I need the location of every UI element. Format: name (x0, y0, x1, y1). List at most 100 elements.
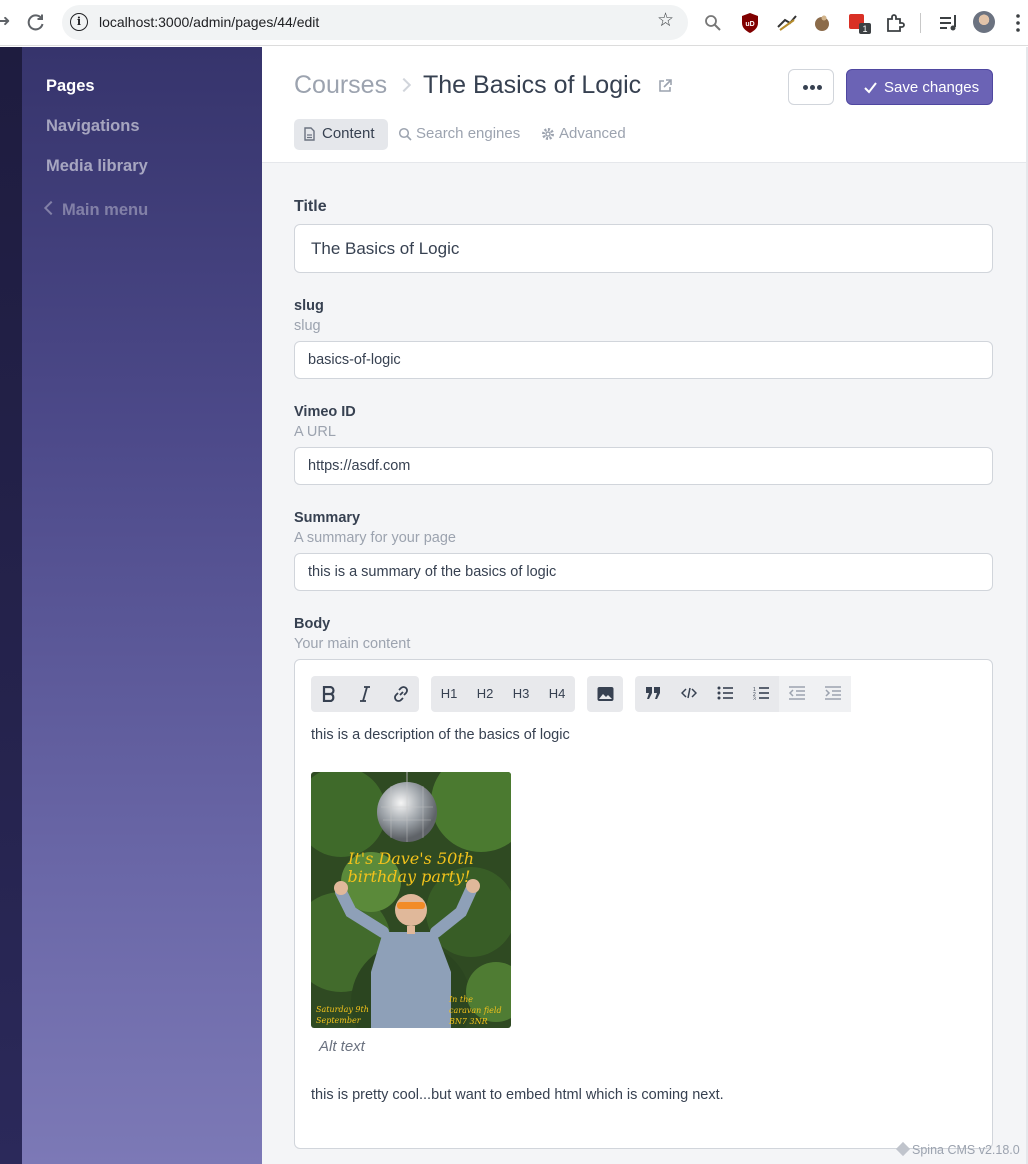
body-rich-text-editor[interactable]: H1 H2 H3 H4 1 2 3 this is a description … (294, 659, 993, 1149)
sidebar: Pages Navigations Media library Main men… (22, 47, 262, 1164)
heading-2-button[interactable]: H2 (467, 676, 503, 712)
bookmark-star-icon[interactable]: ☆ (657, 11, 674, 31)
image-alt-text-caption[interactable]: Alt text (319, 1038, 365, 1055)
code-button[interactable] (671, 676, 707, 712)
tab-content[interactable]: Content (294, 119, 388, 150)
formatting-toolbar-group (311, 676, 419, 712)
italic-icon (360, 686, 370, 702)
slug-help: slug (294, 318, 321, 334)
tab-search-engines[interactable]: Search engines (396, 119, 526, 150)
summary-label: Summary (294, 510, 361, 526)
summary-value: this is a summary of the basics of logic (308, 564, 557, 580)
vimeo-id-value: https://asdf.com (308, 458, 411, 474)
bullet-list-icon (717, 686, 733, 700)
image-icon (597, 687, 613, 701)
dot-icon (810, 85, 815, 90)
search-icon (398, 127, 412, 141)
slug-input[interactable]: basics-of-logic (294, 341, 993, 379)
quote-button[interactable] (635, 676, 671, 712)
search-icon[interactable] (703, 12, 723, 34)
address-bar[interactable]: i localhost:3000/admin/pages/44/edit ☆ (62, 5, 688, 40)
italic-button[interactable] (347, 676, 383, 712)
bullet-list-button[interactable] (707, 676, 743, 712)
media-toolbar-group (587, 676, 623, 712)
title-label: Title (294, 198, 327, 215)
profile-avatar[interactable] (973, 11, 995, 33)
coin-extension-icon[interactable] (812, 12, 832, 34)
extensions-puzzle-icon[interactable] (884, 12, 906, 34)
photo-place-line-3: BN7 3NR (448, 1017, 488, 1026)
bold-button[interactable] (311, 676, 347, 712)
photo-date-line-1: Saturday 9th (316, 1005, 369, 1014)
title-input[interactable]: The Basics of Logic (294, 224, 993, 273)
tab-content-label: Content (322, 125, 375, 142)
browser-menu-icon[interactable] (1010, 12, 1026, 34)
breadcrumb-separator-icon (396, 77, 412, 93)
photo-place-line-1: In the (448, 995, 473, 1004)
heading-4-button[interactable]: H4 (539, 676, 575, 712)
spina-logo-icon (895, 1141, 911, 1157)
photo-headline-line-2: birthday party! (348, 867, 471, 886)
sidebar-item-pages[interactable]: Pages (46, 77, 95, 96)
insert-image-button[interactable] (587, 676, 623, 712)
bird-extension-icon[interactable] (776, 12, 798, 34)
outdent-button[interactable] (779, 676, 815, 712)
tab-search-engines-label: Search engines (416, 125, 521, 142)
document-icon (304, 127, 315, 141)
tab-advanced[interactable]: Advanced (539, 119, 639, 150)
embedded-photo[interactable]: It's Dave's 50th birthday party! Saturda… (311, 772, 511, 1028)
body-help: Your main content (294, 636, 411, 652)
heading-1-button[interactable]: H1 (431, 676, 467, 712)
calendar-extension-icon[interactable]: 1 (848, 12, 872, 34)
main-menu-label: Main menu (62, 201, 149, 219)
numbered-list-button[interactable]: 1 2 3 (743, 676, 779, 712)
numbered-list-icon: 1 2 3 (753, 687, 769, 703)
vimeo-id-help: A URL (294, 424, 336, 440)
ublock-icon[interactable]: uD (740, 12, 760, 34)
dot-icon (817, 85, 822, 90)
heading-3-button[interactable]: H3 (503, 676, 539, 712)
svg-text:uD: uD (745, 21, 754, 28)
reload-icon[interactable] (26, 12, 46, 32)
outdent-icon (788, 686, 805, 700)
indent-icon (825, 686, 841, 700)
page-header: Courses The Basics of Logic Save changes… (262, 47, 1026, 163)
slug-value: basics-of-logic (308, 352, 401, 368)
cms-version: Spina CMS v2.18.0 (895, 1141, 1020, 1157)
heading-toolbar-group: H1 H2 H3 H4 (431, 676, 575, 712)
vimeo-id-input[interactable]: https://asdf.com (294, 447, 993, 485)
title-value: The Basics of Logic (311, 239, 460, 258)
breadcrumb-courses[interactable]: Courses (294, 71, 387, 100)
bold-icon (322, 685, 335, 703)
photo-place-line-2: caravan field (449, 1006, 502, 1015)
tab-advanced-label: Advanced (559, 125, 626, 142)
indent-button[interactable] (815, 676, 851, 712)
save-changes-button[interactable]: Save changes (846, 69, 993, 105)
media-control-icon[interactable] (938, 12, 960, 34)
check-icon (864, 82, 877, 94)
link-icon (394, 686, 408, 702)
gear-icon (542, 128, 554, 140)
extension-badge-count: 1 (862, 24, 867, 34)
app-rail (0, 47, 22, 1164)
url-text[interactable]: localhost:3000/admin/pages/44/edit (99, 14, 319, 30)
main-menu-back-link[interactable]: Main menu (43, 200, 149, 220)
more-options-button[interactable] (788, 69, 834, 105)
forward-icon[interactable]: ➜ (0, 12, 11, 32)
summary-input[interactable]: this is a summary of the basics of logic (294, 553, 993, 591)
sidebar-item-navigations[interactable]: Navigations (46, 117, 140, 136)
site-info-icon[interactable]: i (70, 13, 88, 31)
save-changes-label: Save changes (884, 79, 980, 96)
body-paragraph-1[interactable]: this is a description of the basics of l… (311, 727, 570, 743)
toolbar-divider (920, 13, 921, 33)
page-title: The Basics of Logic (423, 71, 642, 99)
chevron-left-icon (43, 200, 59, 216)
link-button[interactable] (383, 676, 419, 712)
external-link-icon[interactable] (658, 79, 672, 93)
sidebar-item-media-library[interactable]: Media library (46, 157, 148, 176)
body-paragraph-2[interactable]: this is pretty cool...but want to embed … (311, 1087, 724, 1103)
photo-headline-line-1: It's Dave's 50th (347, 849, 474, 868)
browser-toolbar: ➜ i localhost:3000/admin/pages/44/edit ☆… (0, 0, 1028, 46)
content-form: Title The Basics of Logic slug slug basi… (262, 163, 1026, 1164)
dot-icon (803, 85, 808, 90)
